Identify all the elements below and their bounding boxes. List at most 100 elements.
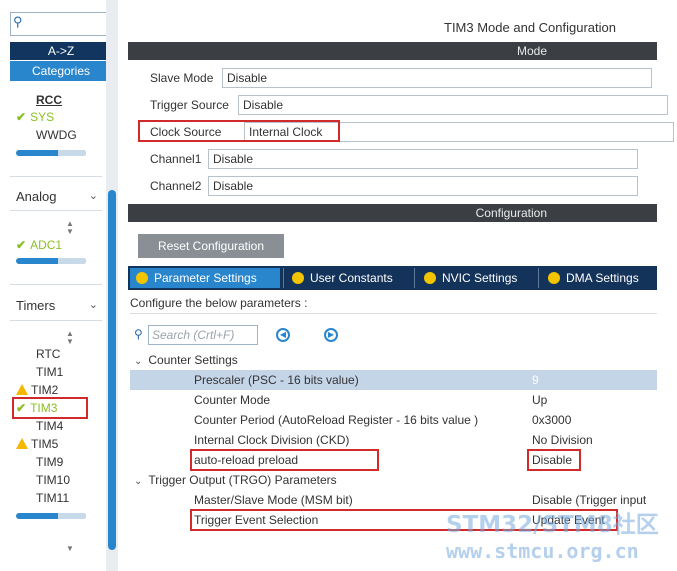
sidebar-item-label: TIM10 [36,473,71,487]
param-row-clock-division[interactable]: Internal Clock Division (CKD) No Division [130,430,657,450]
mode-row-channel2: Channel2 Disable [150,176,638,196]
search-icon: ⚲ [13,14,23,29]
page-title: TIM3 Mode and Configuration [444,20,616,35]
param-name: Master/Slave Mode (MSM bit) [194,493,353,507]
warning-icon [16,384,28,395]
param-value[interactable]: Up [532,390,547,410]
sidebar-search-input[interactable]: ⚲ [10,12,110,36]
group-header-timers[interactable]: Timers ⌄ [16,298,102,313]
trigger-source-select[interactable]: Disable [238,95,668,115]
sidebar-item-label: ADC1 [30,238,63,252]
divider [538,268,539,288]
sidebar-vertical-scrollbar[interactable] [106,0,118,571]
mode-row-trigger-source: Trigger Source Disable [150,95,668,115]
param-name: Counter Mode [194,393,271,407]
sidebar-item-adc1[interactable]: ✔ ADC1 [16,237,62,253]
sidebar-item-tim5[interactable]: TIM5 [16,436,58,452]
sort-arrows-icon[interactable]: ▲ ▼ [66,330,74,346]
sidebar-item-rtc[interactable]: RTC [36,346,60,362]
divider [414,268,415,288]
sidebar-item-tim11[interactable]: TIM11 [36,490,69,506]
sidebar-item-sys[interactable]: ✔ SYS [16,109,54,125]
sidebar-item-label: SYS [30,110,55,124]
warning-icon [16,438,28,449]
sidebar-item-wwdg[interactable]: WWDG [36,127,77,143]
channel2-select[interactable]: Disable [208,176,638,196]
divider [10,320,102,321]
sidebar-scrollbar[interactable] [16,258,86,264]
param-value[interactable]: Disable (Trigger input [532,490,646,510]
sidebar-item-tim1[interactable]: TIM1 [36,364,63,380]
configuration-section-header: Configuration [128,204,657,222]
group-label: Trigger Output (TRGO) Parameters [148,473,337,487]
sidebar-item-tim2[interactable]: TIM2 [16,382,58,398]
check-icon: ✔ [16,110,27,124]
highlight-box [138,120,340,142]
check-icon: ✔ [16,238,27,252]
mode-row-slave-mode: Slave Mode Disable [150,68,652,88]
channel1-select[interactable]: Disable [208,149,638,169]
mode-row-channel1: Channel1 Disable [150,149,638,169]
param-row-counter-period[interactable]: Counter Period (AutoReload Register - 16… [130,410,657,430]
reset-configuration-button[interactable]: Reset Configuration [138,234,284,258]
param-value[interactable]: 0x3000 [532,410,571,430]
scroll-down-icon[interactable]: ▼ [66,545,74,553]
main-panel: TIM3 Mode and Configuration Mode Slave M… [124,0,677,571]
tab-parameter-settings[interactable]: Parameter Settings [130,268,280,288]
sidebar-item-label: TIM2 [31,383,59,397]
group-label: Analog [16,189,57,204]
sidebar-item-tim10[interactable]: TIM10 [36,472,70,488]
tab-dma-settings[interactable]: DMA Settings [542,268,656,288]
field-label: Slave Mode [150,71,214,85]
sidebar: ⚲ A->Z Categories RCC ✔ SYS WWDG Analog ⌄ … [0,0,118,571]
sidebar-scrollbar[interactable] [16,513,86,519]
sidebar-item-label: TIM9 [36,455,64,469]
chevron-down-icon: ⌄ [134,356,143,367]
slave-mode-select[interactable]: Disable [222,68,652,88]
param-value[interactable]: 9 [532,370,539,390]
highlight-box [527,449,581,471]
sidebar-item-label: RTC [36,347,61,361]
highlight-box [12,397,88,419]
sort-az-button[interactable]: A->Z [10,42,112,60]
counter-settings-group[interactable]: ⌄ Counter Settings [134,352,238,370]
group-header-analog[interactable]: Analog ⌄ [16,189,102,204]
field-label: Channel1 [150,152,202,166]
watermark: STM32/STM8社区 [446,512,659,538]
section-title: Configuration [475,206,547,220]
sidebar-item-tim4[interactable]: TIM4 [36,418,63,434]
trgo-parameters-group[interactable]: ⌄ Trigger Output (TRGO) Parameters [134,472,337,490]
mode-section-header: Mode [128,42,657,60]
sidebar-item-label: TIM5 [31,437,59,451]
sidebar-item-label: RCC [36,93,62,107]
param-value[interactable]: No Division [532,430,593,450]
param-name: Prescaler (PSC - 16 bits value) [194,373,359,387]
param-row-prescaler[interactable]: Prescaler (PSC - 16 bits value) 9 [130,370,657,390]
config-tabs: Parameter Settings User Constants NVIC S… [128,266,657,290]
param-row-master-slave-mode[interactable]: Master/Slave Mode (MSM bit) Disable (Trig… [130,490,657,510]
watermark-url: www.stmcu.org.cn [446,539,639,563]
categories-tab[interactable]: Categories [10,61,112,81]
tab-user-constants[interactable]: User Constants [286,268,412,288]
divider [10,284,102,285]
scroll-thumb[interactable] [108,190,116,550]
tab-nvic-settings[interactable]: NVIC Settings [418,268,538,288]
chevron-down-icon: ⌄ [88,190,98,202]
field-label: Channel2 [150,179,202,193]
sidebar-item-tim9[interactable]: TIM9 [36,454,63,470]
chevron-down-icon: ⌄ [88,299,98,311]
previous-result-icon[interactable]: ◀ [276,328,290,342]
param-name: Internal Clock Division (CKD) [194,433,350,447]
sidebar-scrollbar[interactable] [16,150,86,156]
parameter-search-input[interactable]: Search (Crtl+F) [148,325,258,345]
next-result-icon[interactable]: ▶ [324,328,338,342]
param-row-counter-mode[interactable]: Counter Mode Up [130,390,657,410]
sidebar-item-label: TIM11 [36,491,70,505]
divider [10,176,102,177]
sidebar-item-rcc[interactable]: RCC [36,92,62,108]
sidebar-item-label: TIM1 [36,365,64,379]
sort-arrows-icon[interactable]: ▲ ▼ [66,220,74,236]
field-label: Trigger Source [150,98,229,112]
section-title: Mode [516,44,547,58]
configure-instruction: Configure the below parameters : [130,294,657,314]
